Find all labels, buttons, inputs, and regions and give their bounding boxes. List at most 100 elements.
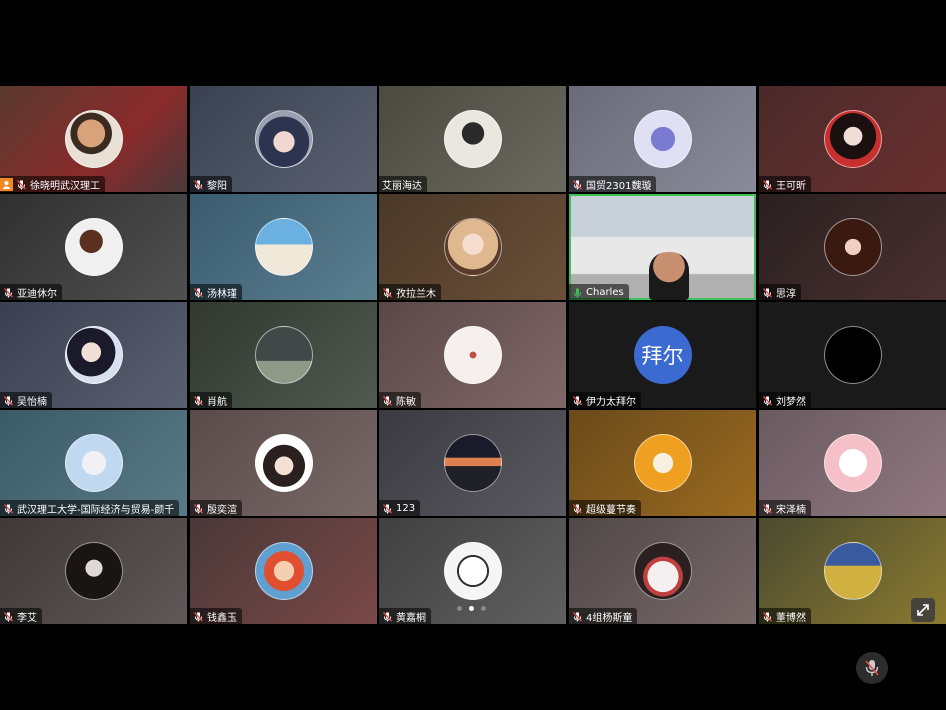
participant-grid: 徐晓明武汉理工 黎阳 艾丽海达 国贸2301魏璇 王可昕亚迪休尔 汤林瑾 孜拉兰木 Charl…: [0, 86, 946, 624]
participant-name: 艾丽海达: [382, 180, 422, 192]
mic-muted-icon: [194, 503, 203, 513]
participant-name: Charles: [586, 286, 624, 298]
page-dot-1[interactable]: [457, 606, 462, 611]
page-dot-3[interactable]: [481, 606, 486, 611]
participant-tile[interactable]: 肖航: [190, 302, 377, 408]
name-bar: 董博然: [759, 608, 811, 624]
mic-muted-icon: [383, 395, 392, 405]
name-bar: 亚迪休尔: [0, 284, 62, 300]
participant-tile[interactable]: 徐晓明武汉理工: [0, 86, 187, 192]
participant-tile[interactable]: 4组杨斯童: [569, 518, 756, 624]
mic-muted-icon: [17, 179, 26, 189]
participant-name: 王可昕: [776, 180, 806, 192]
avatar: [823, 542, 882, 600]
participant-name: 国贸2301魏璇: [586, 180, 652, 192]
mic-muted-icon: [763, 503, 772, 513]
name-bar: 123: [379, 500, 421, 516]
participant-tile[interactable]: 拜尔 伊力太拜尔: [569, 302, 756, 408]
name-bar: 武汉理工大学-国际经济与贸易-颜千: [0, 500, 180, 516]
avatar: [443, 110, 502, 168]
name-bar: 超级蔓节奏: [569, 500, 641, 516]
avatar: [823, 218, 882, 276]
avatar: [64, 326, 123, 384]
name-bar: 孜拉兰木: [379, 284, 441, 300]
avatar: [823, 326, 882, 384]
name-bar: 钱鑫玉: [190, 608, 242, 624]
participant-name: 孜拉兰木: [396, 288, 436, 300]
expand-button[interactable]: [911, 598, 935, 622]
mic-muted-icon: [194, 395, 203, 405]
avatar: [823, 434, 882, 492]
mic-muted-icon: [573, 611, 582, 621]
participant-tile[interactable]: Charles: [569, 194, 756, 300]
participant-tile[interactable]: 陈敏: [379, 302, 566, 408]
participant-name: 肖航: [207, 396, 227, 408]
name-bar: 宋泽楠: [759, 500, 811, 516]
participant-name: 殷奕渲: [207, 504, 237, 516]
name-bar: 黎阳: [190, 176, 232, 192]
participant-tile[interactable]: 武汉理工大学-国际经济与贸易-颜千: [0, 410, 187, 516]
mute-button[interactable]: [856, 652, 888, 684]
participant-name: 超级蔓节奏: [586, 504, 636, 516]
participant-name: 汤林瑾: [207, 288, 237, 300]
mic-muted-icon: [383, 503, 392, 513]
page-dot-2[interactable]: [469, 606, 474, 611]
mic-muted-icon: [194, 179, 203, 189]
avatar: [633, 434, 692, 492]
participant-tile[interactable]: 思淳: [759, 194, 946, 300]
avatar: [443, 542, 502, 600]
participant-name: 宋泽楠: [776, 504, 806, 516]
participant-tile[interactable]: 国贸2301魏璇: [569, 86, 756, 192]
avatar: [64, 110, 123, 168]
participant-name: 思淳: [776, 288, 796, 300]
avatar: [254, 110, 313, 168]
participant-tile[interactable]: 吴怡楠: [0, 302, 187, 408]
mic-muted-icon: [4, 503, 13, 513]
participant-name: 4组杨斯童: [586, 612, 633, 624]
participant-name: 武汉理工大学-国际经济与贸易-颜千: [17, 504, 175, 516]
participant-tile[interactable]: 刘梦然: [759, 302, 946, 408]
participant-tile[interactable]: 孜拉兰木: [379, 194, 566, 300]
video-feed: [649, 252, 689, 300]
name-bar: 王可昕: [759, 176, 811, 192]
mic-muted-icon: [194, 611, 203, 621]
mic-muted-icon: [763, 611, 772, 621]
participant-tile[interactable]: 宋泽楠: [759, 410, 946, 516]
avatar: 拜尔: [633, 326, 692, 384]
name-bar: 艾丽海达: [379, 176, 427, 192]
participant-tile[interactable]: 艾丽海达: [379, 86, 566, 192]
participant-name: 董博然: [776, 612, 806, 624]
page-indicator[interactable]: [457, 606, 486, 611]
avatar: [443, 434, 502, 492]
mic-muted-icon: [194, 287, 203, 297]
participant-tile[interactable]: 钱鑫玉: [190, 518, 377, 624]
name-bar: 殷奕渲: [190, 500, 242, 516]
name-bar: 吴怡楠: [0, 392, 52, 408]
participant-tile[interactable]: 超级蔓节奏: [569, 410, 756, 516]
participant-tile[interactable]: 李艾: [0, 518, 187, 624]
avatar: [64, 218, 123, 276]
participant-tile[interactable]: 亚迪休尔: [0, 194, 187, 300]
mic-muted-icon: [383, 287, 392, 297]
host-icon: [0, 177, 13, 191]
participant-tile[interactable]: 王可昕: [759, 86, 946, 192]
participant-tile[interactable]: 汤林瑾: [190, 194, 377, 300]
avatar: [64, 434, 123, 492]
participant-name: 陈敏: [396, 396, 416, 408]
participant-name: 黎阳: [207, 180, 227, 192]
mic-icon: [574, 288, 581, 297]
participant-name: 钱鑫玉: [207, 612, 237, 624]
participant-name: 刘梦然: [776, 396, 806, 408]
participant-tile[interactable]: 123: [379, 410, 566, 516]
avatar: [254, 434, 313, 492]
name-bar: 李艾: [0, 608, 42, 624]
name-bar: 徐晓明武汉理工: [0, 176, 105, 192]
name-bar: 黄嘉桐: [379, 608, 431, 624]
avatar: [254, 326, 313, 384]
participant-tile[interactable]: 黎阳: [190, 86, 377, 192]
participant-tile[interactable]: 殷奕渲: [190, 410, 377, 516]
avatar: [254, 542, 313, 600]
mic-muted-icon: [865, 660, 879, 676]
name-bar: Charles: [569, 284, 629, 300]
participant-name: 李艾: [17, 612, 37, 624]
